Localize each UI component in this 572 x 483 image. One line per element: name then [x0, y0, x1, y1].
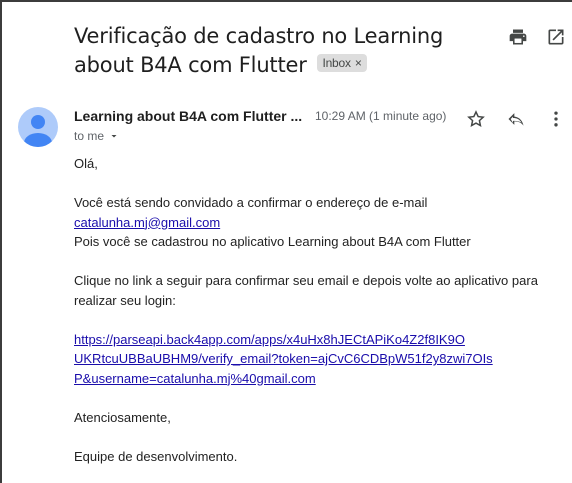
- email-timestamp: 10:29 AM (1 minute ago): [315, 109, 447, 123]
- message-actions: [465, 108, 567, 130]
- verify-link-part-2[interactable]: UKRtcuUBBaUBHM9/verify_email?token=ajCvC…: [74, 351, 493, 366]
- open-in-new-icon[interactable]: [545, 26, 567, 48]
- inbox-label-text: Inbox: [322, 56, 351, 70]
- print-icon[interactable]: [507, 26, 529, 48]
- sender-name[interactable]: Learning about B4A com Flutter ...: [74, 108, 324, 124]
- verify-link-part-1[interactable]: https://parseapi.back4app.com/apps/x4uHx…: [74, 332, 465, 347]
- window-border-top: [0, 0, 572, 2]
- reply-icon[interactable]: [505, 108, 527, 130]
- window-border-left: [0, 0, 2, 483]
- email-body: Olá, Você está sendo convidado a confirm…: [74, 154, 554, 466]
- avatar-icon[interactable]: [18, 107, 58, 147]
- signature: Equipe de desenvolvimento.: [74, 448, 238, 464]
- email-address-link[interactable]: catalunha.mj@gmail.com: [74, 215, 220, 230]
- email-subject: Verificação de cadastro no Learning abou…: [74, 22, 484, 80]
- greeting: Olá,: [74, 156, 98, 171]
- thread-actions: [507, 26, 567, 48]
- more-vert-icon[interactable]: [545, 108, 567, 130]
- subject-text: Verificação de cadastro no Learning abou…: [74, 24, 444, 77]
- body-line-3: Clique no link a seguir para confirmar s…: [74, 273, 538, 308]
- body-line-1: Você está sendo convidado a confirmar o …: [74, 195, 428, 210]
- close-icon[interactable]: ×: [355, 56, 362, 70]
- inbox-label-chip[interactable]: Inbox ×: [317, 54, 367, 72]
- recipient-text: to me: [74, 129, 105, 143]
- chevron-down-icon[interactable]: [108, 130, 120, 142]
- star-icon[interactable]: [465, 108, 487, 130]
- recipient-details[interactable]: to me: [74, 129, 120, 143]
- body-line-2: Pois você se cadastrou no aplicativo Lea…: [74, 234, 471, 249]
- verify-link-part-3[interactable]: P&username=catalunha.mj%40gmail.com: [74, 371, 316, 386]
- closing: Atenciosamente,: [74, 409, 171, 425]
